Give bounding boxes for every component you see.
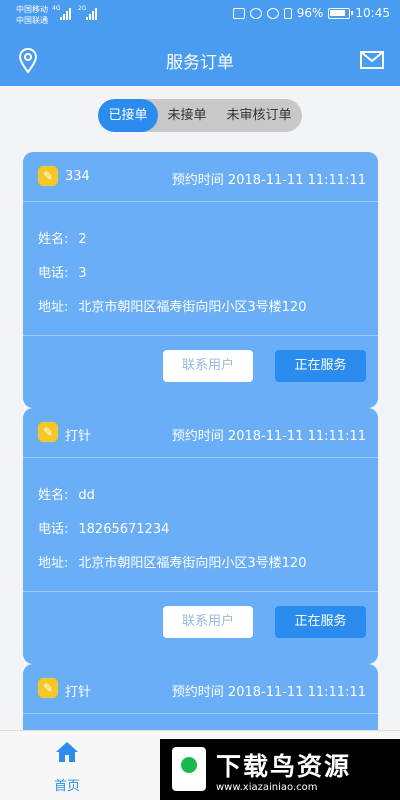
- time-value: 2018-11-11 11:11:11: [227, 173, 366, 188]
- card-body: 姓名: dd 电话: 18265671234 地址: 北京市朝阳区福寿街向阳小区3号楼…: [23, 458, 378, 592]
- address-label: 地址:: [38, 300, 69, 315]
- contact-user-button[interactable]: 联系用户: [163, 350, 253, 382]
- home-icon: [56, 742, 78, 762]
- name-value: dd: [78, 488, 95, 503]
- time-value: 2018-11-11 11:11:11: [227, 429, 366, 444]
- watermark-url: www.xiazainiao.com: [216, 782, 318, 793]
- pencil-icon: ✎: [38, 166, 58, 186]
- tab-unreviewed[interactable]: 未审核订单: [216, 99, 302, 132]
- tab-not-accepted[interactable]: 未接单: [158, 99, 216, 132]
- nfc-icon: [232, 7, 245, 19]
- card-footer: 联系用户 正在服务: [23, 336, 378, 406]
- carrier-1: 中国移动: [16, 5, 48, 14]
- phone-row: 电话: 3: [38, 262, 87, 281]
- alarm-icon: [266, 7, 279, 19]
- app-header: 服务订单: [0, 34, 400, 86]
- service-name: 打针: [65, 685, 92, 700]
- name-row: 姓名: 2: [38, 228, 87, 247]
- card-footer: 联系用户 正在服务: [23, 592, 378, 662]
- signal-2-icon: [86, 8, 97, 20]
- watermark-logo-icon: [172, 747, 206, 791]
- phone-value: 18265671234: [78, 522, 170, 537]
- tab-accepted[interactable]: 已接单: [98, 99, 158, 132]
- nav-home-label: 首页: [53, 779, 80, 794]
- carrier-info: 中国移动 中国联通: [16, 4, 48, 26]
- vibrate-icon: [283, 7, 292, 19]
- order-status-tabs: 已接单 未接单 未审核订单: [98, 99, 302, 132]
- name-label: 姓名:: [38, 488, 69, 503]
- signal-1-icon: [60, 8, 71, 20]
- appointment-time: 预约时间 2018-11-11 11:11:11: [172, 681, 366, 700]
- carrier-2: 中国联通: [16, 16, 48, 25]
- clock: 10:45: [355, 6, 390, 20]
- pencil-icon: ✎: [38, 678, 58, 698]
- appointment-time: 预约时间 2018-11-11 11:11:11: [172, 169, 366, 188]
- in-service-button[interactable]: 正在服务: [275, 606, 366, 638]
- name-value: 2: [78, 232, 87, 247]
- name-row: 姓名: dd: [38, 484, 95, 503]
- nav-home[interactable]: 首页: [45, 739, 89, 795]
- page-title: 服务订单: [166, 53, 234, 73]
- time-label: 预约时间: [171, 173, 224, 188]
- in-service-button[interactable]: 正在服务: [275, 350, 366, 382]
- battery-icon: [328, 7, 354, 19]
- battery-percent: 96%: [296, 6, 324, 20]
- address-value: 北京市朝阳区福寿街向阳小区3号楼120: [78, 556, 307, 571]
- order-card[interactable]: ✎ 打针 预约时间 2018-11-11 11:11:11: [23, 664, 378, 730]
- contact-user-button[interactable]: 联系用户: [163, 606, 253, 638]
- phone-label: 电话:: [38, 266, 69, 281]
- card-header: ✎ 334 预约时间 2018-11-11 11:11:11: [23, 152, 378, 202]
- address-value: 北京市朝阳区福寿街向阳小区3号楼120: [78, 300, 307, 315]
- mail-icon[interactable]: [360, 51, 384, 69]
- address-row: 地址: 北京市朝阳区福寿街向阳小区3号楼120: [38, 552, 306, 571]
- address-row: 地址: 北京市朝阳区福寿街向阳小区3号楼120: [38, 296, 306, 315]
- card-header: ✎ 打针 预约时间 2018-11-11 11:11:11: [23, 408, 378, 458]
- watermark-title: 下载鸟资源: [216, 752, 352, 781]
- order-card[interactable]: ✎ 334 预约时间 2018-11-11 11:11:11 姓名: 2 电话: 3…: [23, 152, 378, 408]
- time-value: 2018-11-11 11:11:11: [227, 685, 366, 700]
- appointment-time: 预约时间 2018-11-11 11:11:11: [172, 425, 366, 444]
- order-card[interactable]: ✎ 打针 预约时间 2018-11-11 11:11:11 姓名: dd 电话: 1…: [23, 408, 378, 664]
- name-label: 姓名:: [38, 232, 69, 247]
- status-right: 96% 10:45: [232, 6, 390, 20]
- phone-label: 电话:: [38, 522, 69, 537]
- pencil-icon: ✎: [38, 422, 58, 442]
- phone-row: 电话: 18265671234: [38, 518, 169, 537]
- service-name: 334: [65, 169, 90, 184]
- eye-icon: [249, 7, 262, 19]
- watermark-banner: 下载鸟资源 www.xiazainiao.com: [160, 739, 400, 800]
- status-bar: 中国移动 中国联通 4G 2G 96% 10:45: [0, 0, 400, 34]
- card-header: ✎ 打针 预约时间 2018-11-11 11:11:11: [23, 664, 378, 714]
- phone-value: 3: [78, 266, 87, 281]
- address-label: 地址:: [38, 556, 69, 571]
- service-name: 打针: [65, 429, 92, 444]
- time-label: 预约时间: [171, 429, 224, 444]
- card-body: 姓名: 2 电话: 3 地址: 北京市朝阳区福寿街向阳小区3号楼120: [23, 202, 378, 336]
- time-label: 预约时间: [171, 685, 224, 700]
